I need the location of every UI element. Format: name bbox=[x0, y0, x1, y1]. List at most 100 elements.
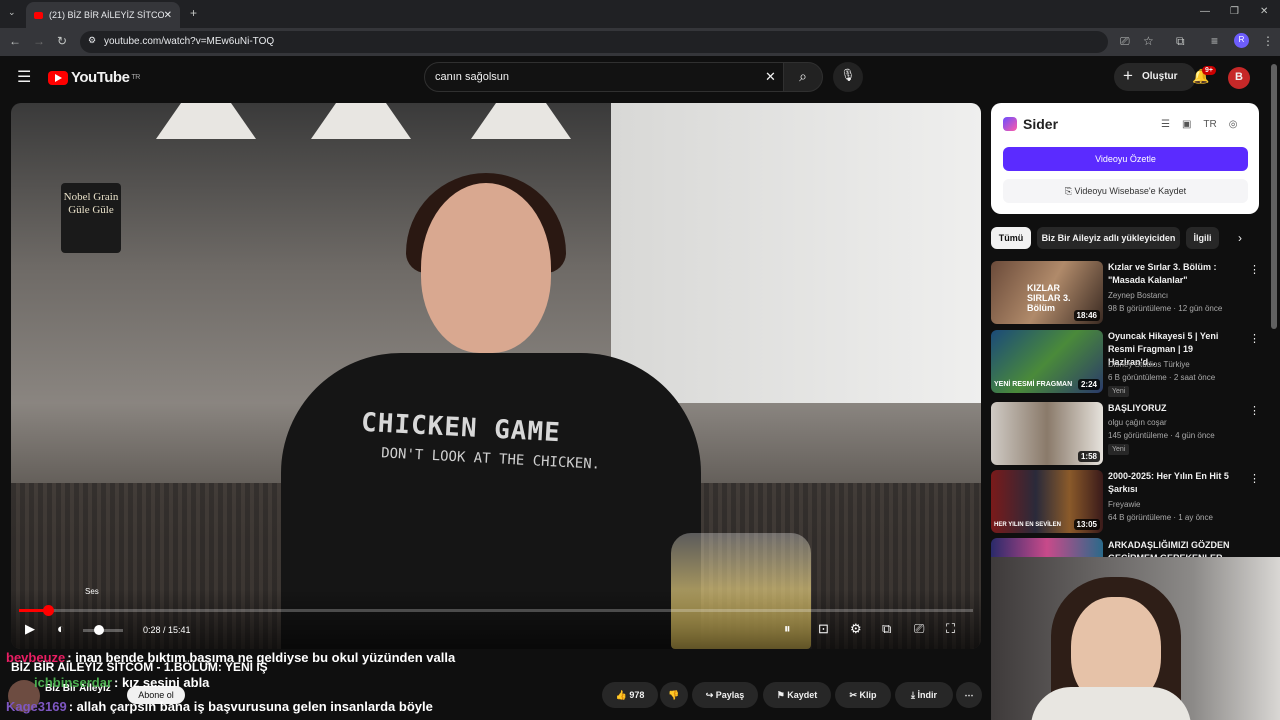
progress-bar[interactable] bbox=[19, 605, 973, 616]
dislike-button[interactable]: 👎 bbox=[660, 682, 688, 708]
thumbs-down-icon: 👎 bbox=[668, 690, 680, 700]
voice-search-button[interactable]: 🎙 bbox=[833, 62, 863, 92]
video-title[interactable]: ARKADAŞLIĞIMIZI GÖZDEN GEÇİRMEM GEREKENL… bbox=[1108, 539, 1242, 557]
restore-icon[interactable]: ❐ bbox=[1230, 6, 1239, 17]
region-code: TR bbox=[131, 74, 140, 81]
chip-related[interactable]: İlgili bbox=[1186, 227, 1219, 249]
video-channel[interactable]: Freyawie bbox=[1108, 499, 1140, 511]
share-button[interactable]: ↪ Paylaş bbox=[692, 682, 758, 708]
cast-page-icon[interactable]: ⎚ bbox=[1120, 34, 1130, 49]
search-input[interactable]: canın sağolsun ✕ bbox=[424, 62, 784, 92]
video-thumbnail[interactable] bbox=[991, 538, 1103, 557]
create-button[interactable]: + Oluştur bbox=[1114, 63, 1196, 91]
more-options-icon[interactable]: ⋮ bbox=[1249, 404, 1260, 417]
video-stats: 6 B görüntüleme · 2 saat önce bbox=[1108, 373, 1216, 382]
summarize-video-button[interactable]: Videoyu Özetle bbox=[1003, 147, 1248, 171]
chat-username: ichbinserdar bbox=[34, 675, 113, 690]
browser-tab-bar: ⌄ (21) BİZ BİR AİLEYİZ SİTCOM - 1 ✕ + — … bbox=[0, 0, 1280, 28]
sider-settings-icon[interactable]: ◎ bbox=[1229, 119, 1238, 130]
forward-icon[interactable]: → bbox=[33, 34, 45, 48]
close-tab-icon[interactable]: ✕ bbox=[164, 10, 172, 21]
browser-tab[interactable]: (21) BİZ BİR AİLEYİZ SİTCOM - 1 ✕ bbox=[26, 2, 180, 28]
video-stats: 98 B görüntüleme · 12 gün önce bbox=[1108, 304, 1223, 313]
video-scene-lamp bbox=[311, 103, 411, 139]
video-stats: 64 B görüntüleme · 1 ay önce bbox=[1108, 513, 1213, 522]
reload-icon[interactable]: ↻ bbox=[57, 34, 67, 48]
more-options-icon[interactable]: ⋮ bbox=[1249, 263, 1260, 276]
cast-icon[interactable]: ⎚ bbox=[914, 621, 924, 637]
video-thumbnail[interactable]: 1:58 bbox=[991, 402, 1103, 465]
chip-all[interactable]: Tümü bbox=[991, 227, 1031, 249]
more-actions-button[interactable]: ⋯ bbox=[956, 682, 982, 708]
video-channel[interactable]: Zeynep Bostancı bbox=[1108, 290, 1168, 302]
share-label: Paylaş bbox=[715, 690, 745, 700]
sider-name: Sider bbox=[1023, 116, 1059, 132]
save-to-wisebase-button[interactable]: ⎘ Videoyu Wisebase'e Kaydet bbox=[1003, 179, 1248, 203]
video-scene-sign: Nobel Grain Güle Güle bbox=[61, 183, 121, 253]
progress-scrubber[interactable] bbox=[42, 605, 54, 616]
video-thumbnail[interactable]: YENİ RESMİ FRAGMAN 2:24 bbox=[991, 330, 1103, 393]
hamburger-menu-icon[interactable]: ☰ bbox=[17, 67, 31, 87]
clear-search-icon[interactable]: ✕ bbox=[765, 69, 776, 85]
microphone-icon: 🎙 bbox=[840, 68, 856, 82]
minimize-icon[interactable]: — bbox=[1200, 6, 1210, 17]
chat-text: : allah çarpsın bana iş başvurusuna gele… bbox=[68, 699, 433, 714]
settings-gear-icon[interactable]: ⚙ bbox=[850, 621, 862, 637]
clip-button[interactable]: ✂ Klip bbox=[835, 682, 891, 708]
miniplayer-icon[interactable]: ⧉ bbox=[882, 621, 891, 637]
video-thumbnail[interactable]: HER YILIN EN SEVİLEN 13:05 bbox=[991, 470, 1103, 533]
volume-icon[interactable]: ◐ bbox=[57, 621, 65, 636]
media-icon[interactable]: ≡ bbox=[1211, 34, 1218, 48]
tab-list-icon[interactable]: ⌄ bbox=[8, 7, 16, 18]
play-icon[interactable]: ▶ bbox=[25, 621, 35, 637]
volume-handle[interactable] bbox=[94, 625, 104, 635]
close-window-icon[interactable]: ✕ bbox=[1260, 6, 1268, 17]
video-title[interactable]: Kızlar ve Sırlar 3. Bölüm : "Masada Kala… bbox=[1108, 261, 1242, 287]
video-channel[interactable]: olgu çağın coşar bbox=[1108, 417, 1167, 429]
video-scene-lamp bbox=[156, 103, 256, 139]
extensions-icon[interactable]: ⧉ bbox=[1176, 34, 1185, 49]
video-thumbnail[interactable]: KIZLAR SIRLAR 3. Bölüm 18:46 bbox=[991, 261, 1103, 324]
like-button[interactable]: 👍 978 bbox=[602, 682, 658, 708]
related-video[interactable]: HER YILIN EN SEVİLEN 13:05 2000-2025: He… bbox=[991, 470, 1261, 534]
chat-message: ichbinserdar: kız sesini abla bbox=[34, 675, 209, 690]
more-options-icon[interactable]: ⋮ bbox=[1249, 472, 1260, 485]
image-view-icon[interactable]: ▣ bbox=[1182, 119, 1191, 130]
related-video[interactable]: 1:58 BAŞLIYORUZ olgu çağın coşar 145 gör… bbox=[991, 402, 1261, 466]
more-options-icon[interactable]: ⋮ bbox=[1249, 332, 1260, 345]
video-title[interactable]: 2000-2025: Her Yılın En Hit 5 Şarkısı bbox=[1108, 470, 1242, 496]
subtitles-icon[interactable]: ⊡ bbox=[818, 621, 829, 637]
related-video[interactable]: ARKADAŞLIĞIMIZI GÖZDEN GEÇİRMEM GEREKENL… bbox=[991, 538, 1261, 557]
save-button[interactable]: ⚑ Kaydet bbox=[763, 682, 831, 708]
create-label: Oluştur bbox=[1142, 71, 1178, 82]
video-channel[interactable]: Disney Studios Türkiye bbox=[1108, 359, 1190, 371]
youtube-logo[interactable]: YouTube TR bbox=[48, 69, 140, 86]
page-scrollbar[interactable] bbox=[1271, 64, 1277, 329]
account-avatar[interactable]: B bbox=[1228, 67, 1250, 89]
chevron-right-icon[interactable]: › bbox=[1238, 231, 1242, 245]
video-scene-lamp bbox=[471, 103, 571, 139]
url-field[interactable]: ⚙ youtube.com/watch?v=MEw6uNi-TOQ bbox=[80, 31, 1108, 53]
profile-avatar[interactable]: R bbox=[1234, 33, 1249, 48]
back-icon[interactable]: ← bbox=[9, 34, 21, 48]
list-view-icon[interactable]: ☰ bbox=[1161, 119, 1170, 130]
search-button[interactable]: ⌕ bbox=[783, 62, 823, 92]
sider-language[interactable]: TR bbox=[1203, 119, 1216, 130]
time-display: 0:28 / 15:41 bbox=[143, 625, 191, 635]
site-info-icon[interactable]: ⚙ bbox=[88, 35, 96, 46]
bookmark-star-icon[interactable]: ☆ bbox=[1143, 34, 1154, 48]
download-button[interactable]: ⤓ İndir bbox=[895, 682, 953, 708]
logo-text: YouTube bbox=[71, 69, 130, 86]
sider-toolbar: ☰ ▣ TR ◎ bbox=[1161, 119, 1238, 130]
video-title[interactable]: BAŞLIYORUZ bbox=[1108, 402, 1242, 415]
chip-uploader[interactable]: Biz Bir Aileyiz adlı yükleyiciden bbox=[1037, 227, 1180, 249]
bookmark-icon: ⚑ bbox=[776, 690, 788, 700]
related-video[interactable]: KIZLAR SIRLAR 3. Bölüm 18:46 Kızlar ve S… bbox=[991, 261, 1261, 325]
browser-menu-icon[interactable]: ⋮ bbox=[1262, 34, 1274, 48]
autoplay-toggle-icon[interactable]: ⏸ bbox=[784, 621, 791, 637]
video-player[interactable]: Nobel Grain Güle Güle CHICKEN GAME DON'T… bbox=[11, 103, 981, 649]
related-video[interactable]: YENİ RESMİ FRAGMAN 2:24 Oyuncak Hikayesi… bbox=[991, 330, 1261, 397]
thumbnail-text: KIZLAR SIRLAR 3. Bölüm bbox=[1027, 283, 1071, 313]
new-tab-icon[interactable]: + bbox=[190, 6, 197, 20]
fullscreen-icon[interactable]: ⛶ bbox=[946, 621, 955, 637]
